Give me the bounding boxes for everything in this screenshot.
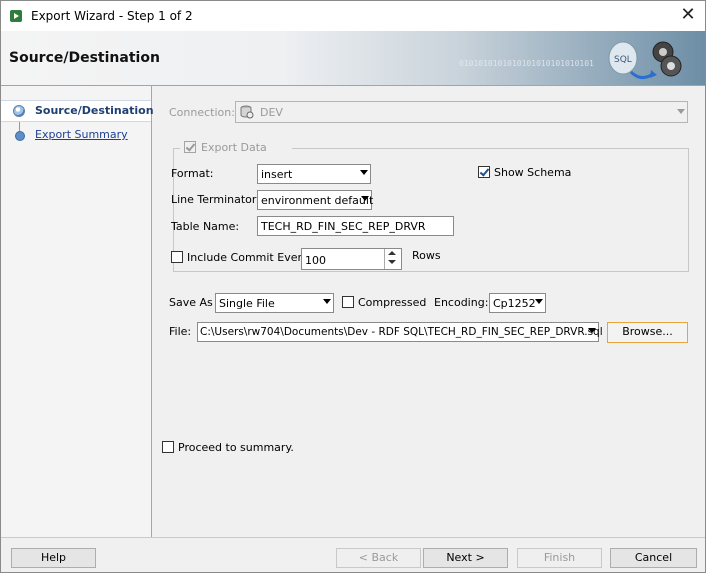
commit-rows-value: 100 — [305, 254, 326, 267]
sql-export-graphic-icon: SQL — [608, 41, 682, 79]
chevron-down-icon — [360, 170, 368, 175]
file-path-combo[interactable]: C:\Users\rw704\Documents\Dev - RDF SQL\T… — [197, 322, 603, 342]
finish-button[interactable]: Finish — [517, 548, 602, 568]
close-icon[interactable]: ✕ — [679, 6, 697, 24]
compressed-label: Compressed — [358, 296, 427, 309]
table-name-value: TECH_RD_FIN_SEC_REP_DRVR — [261, 220, 426, 233]
next-button[interactable]: Next > — [423, 548, 508, 568]
back-button[interactable]: < Back — [336, 548, 421, 568]
nav-item-export-summary[interactable]: Export Summary — [1, 125, 151, 145]
wizard-banner: Source/Destination 010101010101010101010… — [1, 31, 705, 86]
stepper-buttons — [384, 249, 401, 269]
proceed-to-summary-checkbox[interactable] — [162, 441, 174, 453]
nav-item-label: Source/Destination — [35, 104, 154, 117]
browse-button[interactable]: Browse... — [607, 322, 688, 343]
save-as-label: Save As — [169, 296, 213, 309]
help-button[interactable]: Help — [11, 548, 96, 568]
show-schema-label: Show Schema — [494, 166, 572, 179]
connection-select[interactable]: DEV — [235, 101, 688, 123]
table-name-input[interactable]: TECH_RD_FIN_SEC_REP_DRVR — [257, 216, 454, 236]
table-name-label: Table Name: — [171, 220, 240, 233]
format-select[interactable]: insert — [257, 164, 371, 184]
format-value: insert — [261, 168, 293, 181]
database-icon — [240, 105, 254, 119]
footer-separator — [1, 537, 705, 538]
title-bar: Export Wizard - Step 1 of 2 ✕ — [1, 1, 705, 31]
banner-title: Source/Destination — [9, 50, 160, 66]
rows-label: Rows — [412, 249, 441, 262]
connection-value: DEV — [260, 106, 283, 119]
save-as-value: Single File — [219, 297, 275, 310]
nav-item-label: Export Summary — [35, 128, 128, 141]
step-dot-icon — [15, 131, 25, 141]
export-data-label: Export Data — [201, 141, 267, 154]
export-data-checkbox[interactable] — [184, 141, 196, 153]
encoding-value: Cp1252 — [493, 297, 536, 310]
wizard-app-icon — [10, 10, 22, 22]
main-content: Connection: DEV Export Data Format: inse… — [152, 86, 705, 537]
line-terminator-label: Line Terminator: — [171, 193, 260, 206]
save-as-select[interactable]: Single File — [215, 293, 334, 313]
wizard-step-nav: Source/Destination Export Summary — [1, 86, 154, 537]
show-schema-checkbox[interactable] — [478, 166, 490, 178]
line-terminator-value: environment default — [261, 194, 374, 207]
banner-binary-decoration: 0101010101010101010101010101 — [459, 59, 594, 68]
export-data-legend: Export Data — [180, 140, 292, 154]
file-path-value: C:\Users\rw704\Documents\Dev - RDF SQL\T… — [200, 326, 603, 338]
format-label: Format: — [171, 167, 214, 180]
decrement-arrow-icon[interactable] — [388, 260, 396, 264]
proceed-to-summary-label: Proceed to summary. — [178, 441, 294, 454]
chevron-down-icon — [677, 109, 685, 114]
window-title: Export Wizard - Step 1 of 2 — [31, 9, 193, 23]
encoding-label: Encoding: — [434, 296, 489, 309]
include-commit-label: Include Commit Every — [187, 251, 309, 264]
commit-rows-stepper[interactable]: 100 — [301, 248, 402, 270]
current-step-icon — [13, 105, 25, 117]
export-wizard-window: Export Wizard - Step 1 of 2 ✕ Source/Des… — [0, 0, 706, 573]
sql-badge-text: SQL — [614, 55, 632, 65]
file-label: File: — [169, 325, 192, 338]
chevron-down-icon — [588, 328, 596, 333]
nav-item-source-destination[interactable]: Source/Destination — [1, 100, 154, 122]
cancel-button[interactable]: Cancel — [610, 548, 697, 568]
chevron-down-icon — [361, 196, 369, 201]
increment-arrow-icon[interactable] — [388, 251, 396, 255]
include-commit-checkbox[interactable] — [171, 251, 183, 263]
chevron-down-icon — [323, 299, 331, 304]
chevron-down-icon — [535, 299, 543, 304]
connection-label: Connection: — [169, 106, 235, 119]
compressed-checkbox[interactable] — [342, 296, 354, 308]
line-terminator-select[interactable]: environment default — [257, 190, 374, 210]
encoding-select[interactable]: Cp1252 — [489, 293, 546, 313]
